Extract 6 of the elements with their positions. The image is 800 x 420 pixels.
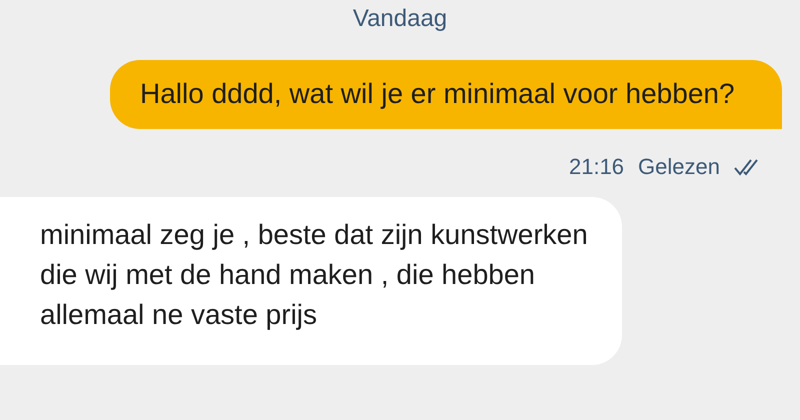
sent-message: Hallo dddd, wat wil je er minimaal voor hebben? bbox=[110, 60, 782, 129]
read-status: Gelezen bbox=[638, 153, 720, 181]
date-separator: Vandaag bbox=[352, 4, 448, 34]
message-time: 21:16 bbox=[568, 153, 624, 181]
double-check-icon bbox=[734, 158, 760, 176]
received-message: minimaal zeg je , beste dat zijn kunstwerken die wij met de hand maken , die hebben allemaal ne vaste prijs bbox=[0, 197, 622, 365]
